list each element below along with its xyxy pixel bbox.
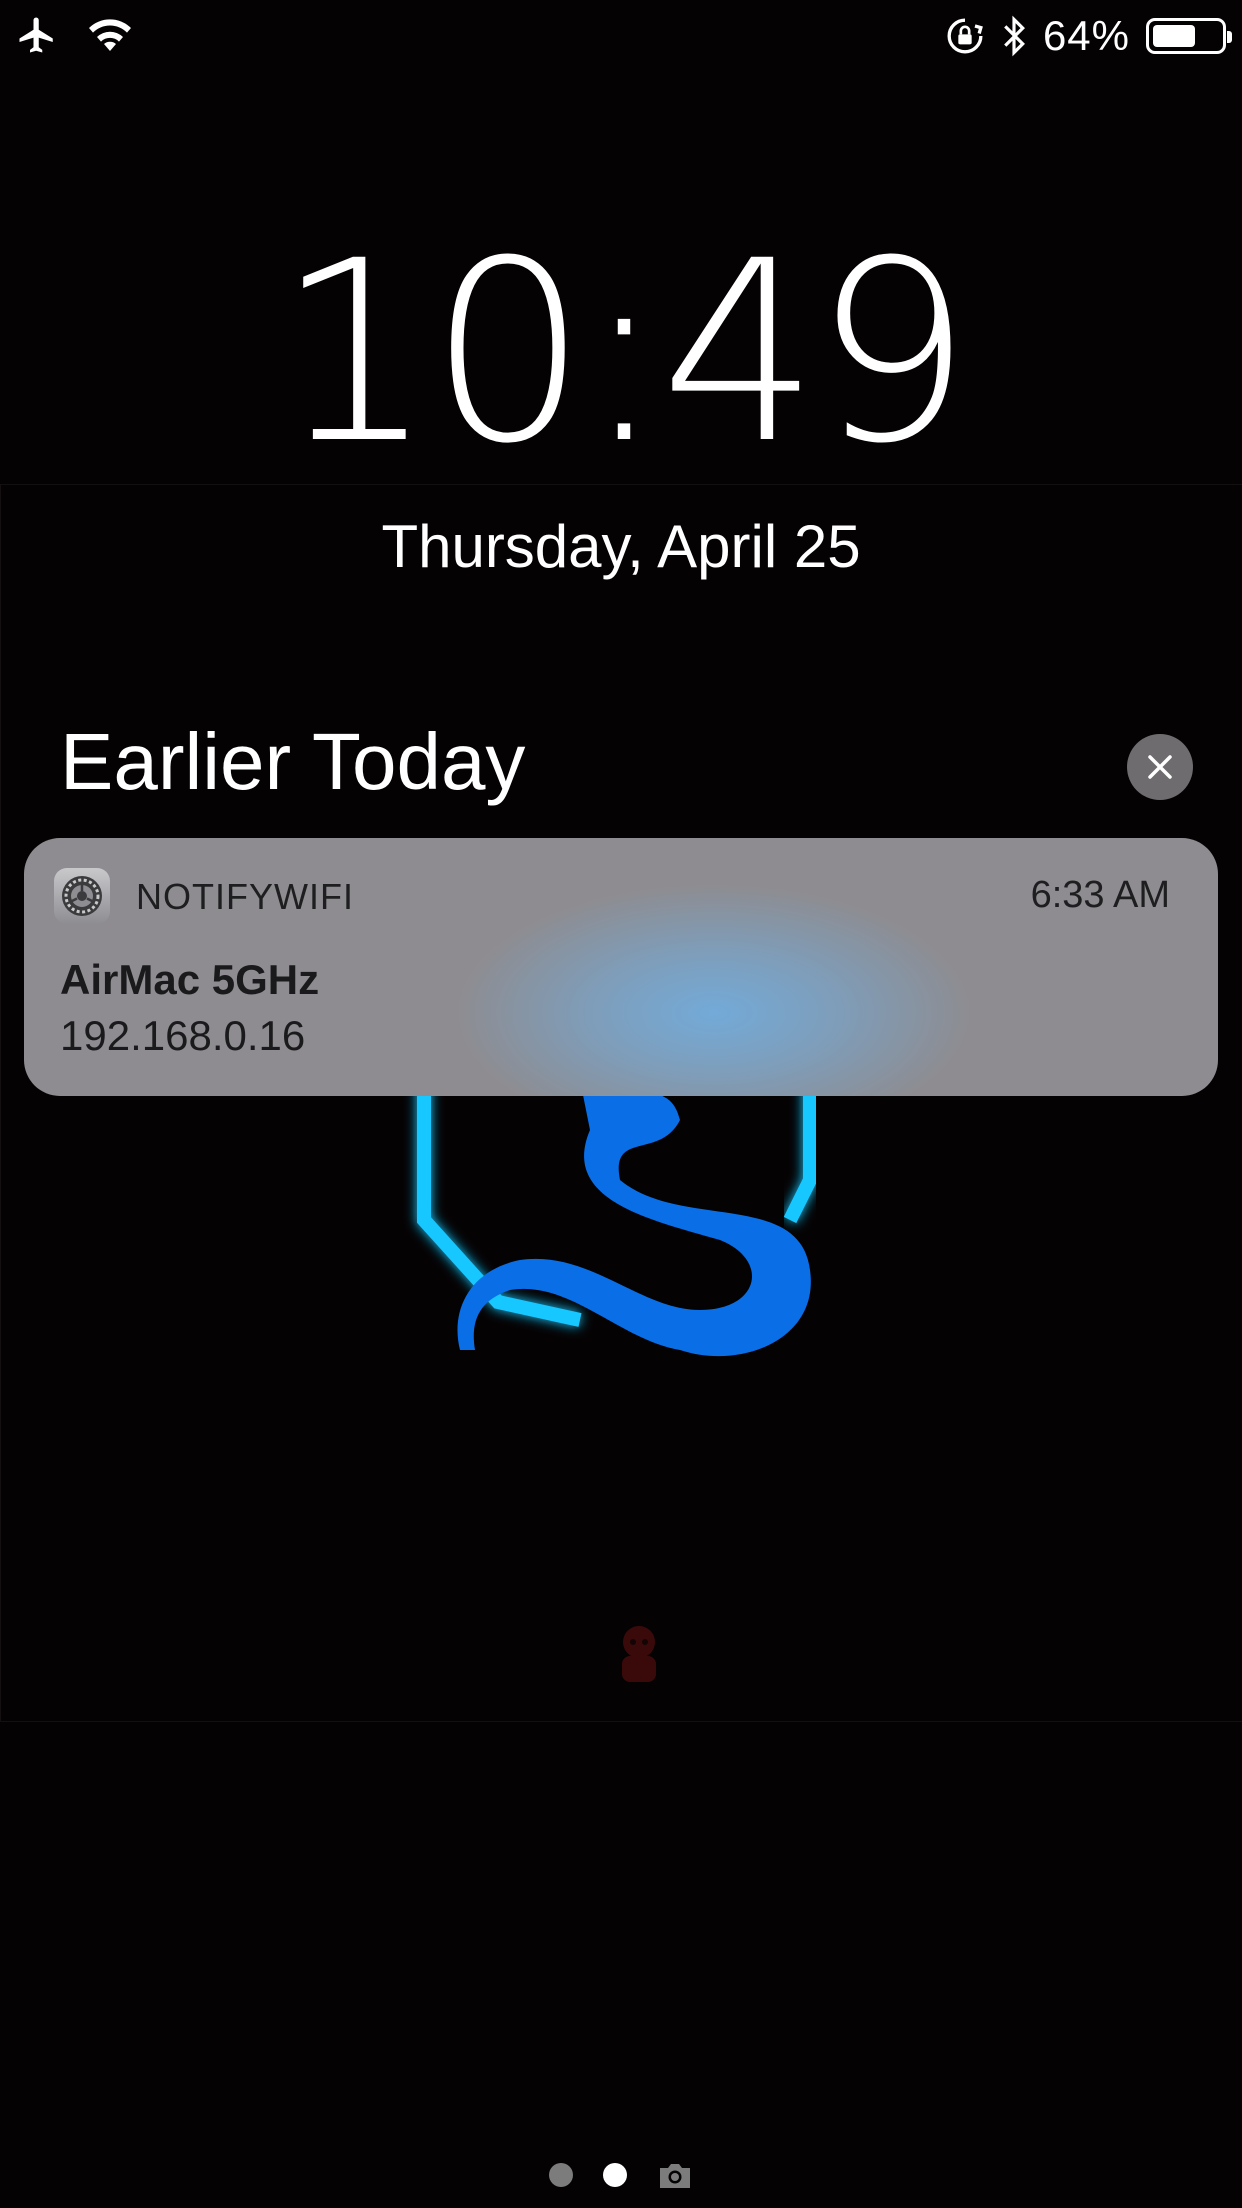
- notification-app-name: NOTIFYWIFI: [136, 876, 354, 917]
- lock-screen-date: Thursday, April 25: [381, 513, 861, 580]
- battery-cap: [1227, 31, 1232, 43]
- mascot-figure: [622, 1626, 656, 1682]
- airplane-icon: [19, 17, 53, 53]
- clear-notifications-button[interactable]: [1127, 734, 1193, 800]
- status-bar: 64%: [0, 0, 1242, 72]
- notification-card[interactable]: NOTIFYWIFI 6:33 AM AirMac 5GHz 192.168.0…: [24, 838, 1218, 1096]
- page-indicator: [0, 2160, 1242, 2190]
- battery-icon: [1146, 18, 1232, 54]
- bluetooth-icon: [1004, 15, 1025, 57]
- page-dot-1: [549, 2163, 573, 2187]
- notification-body: 192.168.0.16: [60, 1012, 306, 1059]
- page-dot-2-active: [603, 2163, 627, 2187]
- battery-level-fill: [1153, 25, 1195, 47]
- notification-time: 6:33 AM: [1030, 874, 1170, 916]
- close-icon: [1148, 755, 1172, 779]
- notification-title: AirMac 5GHz: [60, 956, 320, 1003]
- wifi-icon: [89, 19, 131, 51]
- lock-screen-time: 10:49: [275, 207, 972, 498]
- notification-section-title: Earlier Today: [60, 717, 526, 806]
- camera-icon[interactable]: [657, 2160, 693, 2190]
- battery-percentage: 64%: [1042, 12, 1130, 59]
- orientation-lock-icon: [947, 18, 983, 54]
- settings-gear-icon: [54, 868, 110, 924]
